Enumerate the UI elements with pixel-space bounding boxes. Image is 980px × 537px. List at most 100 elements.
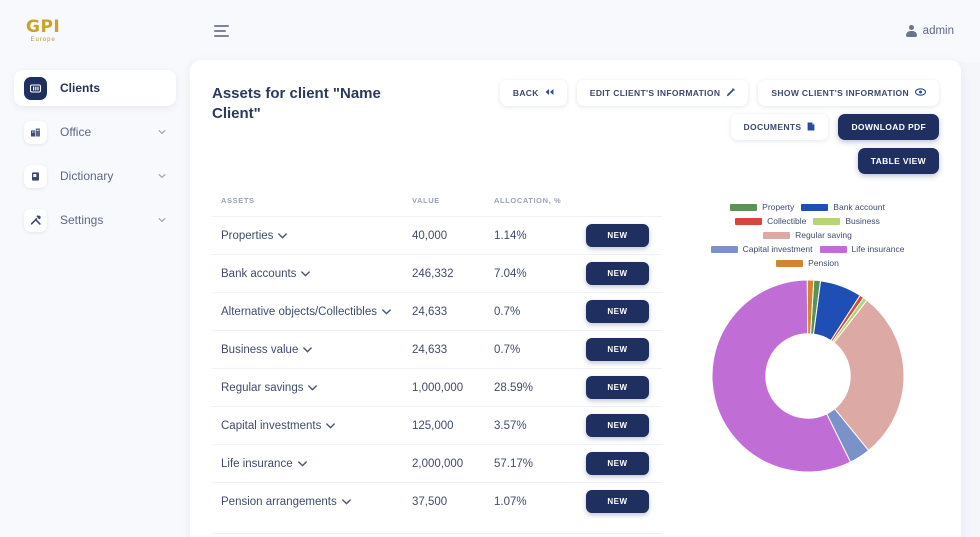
cell-asset: Capital investments: [212, 407, 412, 445]
new-asset-button[interactable]: NEW: [586, 338, 649, 361]
asset-name-toggle[interactable]: Pension arrangements: [221, 496, 351, 508]
table-header-row: ASSETS VALUE ALLOCATION, %: [212, 196, 662, 217]
chart-legend-item[interactable]: Capital investment: [711, 244, 813, 254]
pencil-icon: [726, 88, 735, 99]
chevron-down-icon[interactable]: [158, 172, 166, 180]
new-asset-button[interactable]: NEW: [586, 262, 649, 285]
asset-label: Capital investments: [221, 420, 321, 432]
download-pdf-label: DOWNLOAD PDF: [851, 122, 926, 132]
back-button[interactable]: BACK: [500, 80, 567, 106]
sidebar-item-label: Settings: [60, 213, 103, 227]
new-asset-button[interactable]: NEW: [586, 490, 649, 513]
chart-legend-item[interactable]: Regular saving: [763, 230, 852, 240]
asset-name-toggle[interactable]: Regular savings: [221, 382, 317, 394]
chart-legend-item[interactable]: Business: [813, 216, 880, 226]
app-root: GPI Europe admin Clients Office: [0, 0, 980, 537]
download-pdf-button[interactable]: DOWNLOAD PDF: [838, 114, 939, 140]
asset-label: Pension arrangements: [221, 496, 337, 508]
chart-legend-row: Pension: [676, 258, 939, 268]
new-asset-button[interactable]: NEW: [586, 452, 649, 475]
legend-label: Business: [845, 216, 880, 226]
topbar-brand-area: GPI Europe: [0, 19, 190, 43]
chart-legend-row: Capital investment Life insurance: [676, 244, 939, 254]
legend-color-swatch: [711, 246, 738, 253]
legend-label: Bank account: [833, 202, 885, 212]
user-icon: [906, 25, 917, 37]
table-view-button[interactable]: TABLE VIEW: [858, 148, 939, 174]
chart-legend-item[interactable]: Life insurance: [820, 244, 905, 254]
asset-label: Life insurance: [221, 458, 293, 470]
chevron-down-icon: [382, 306, 391, 318]
asset-name-toggle[interactable]: Bank accounts: [221, 268, 310, 280]
chevron-down-icon: [303, 344, 312, 356]
cell-value: 24,633: [412, 293, 494, 331]
cell-value: 1,000,000: [412, 369, 494, 407]
chart-legend-item[interactable]: Pension: [776, 258, 839, 268]
chevron-down-icon: [278, 230, 287, 242]
new-asset-button[interactable]: NEW: [586, 224, 649, 247]
chevron-down-icon: [308, 382, 317, 394]
back-button-label: BACK: [513, 88, 539, 98]
cell-allocation: 1.07%: [494, 483, 586, 521]
table-row: Business value24,6330.7%NEW: [212, 331, 662, 369]
assets-table-head: ASSETS VALUE ALLOCATION, %: [212, 196, 662, 217]
sidebar-item-dictionary[interactable]: Dictionary: [14, 158, 176, 194]
book-icon: [24, 165, 47, 188]
user-menu[interactable]: admin: [906, 25, 980, 37]
hamburger-icon[interactable]: [214, 25, 229, 37]
rewind-icon: [545, 88, 554, 98]
allocation-donut-chart[interactable]: [710, 278, 906, 474]
column-header-value: VALUE: [412, 196, 494, 217]
asset-label: Bank accounts: [221, 268, 296, 280]
donut-chart-wrapper: [676, 278, 939, 474]
sidebar-item-settings[interactable]: Settings: [14, 202, 176, 238]
cell-allocation: 28.59%: [494, 369, 586, 407]
chart-legend-item[interactable]: Property: [730, 202, 794, 212]
cell-action: NEW: [586, 331, 662, 369]
chevron-down-icon[interactable]: [158, 128, 166, 136]
asset-name-toggle[interactable]: Capital investments: [221, 420, 335, 432]
legend-color-swatch: [730, 204, 757, 211]
column-header-actions: [586, 196, 662, 217]
sidebar-item-office[interactable]: Office: [14, 114, 176, 150]
cell-asset: Business value: [212, 331, 412, 369]
legend-color-swatch: [813, 218, 840, 225]
chevron-down-icon: [301, 268, 310, 280]
hamburger-bar: [214, 35, 229, 37]
column-header-assets: ASSETS: [212, 196, 412, 217]
asset-name-toggle[interactable]: Business value: [221, 344, 312, 356]
cell-action: NEW: [586, 445, 662, 483]
show-client-information-button[interactable]: SHOW CLIENT'S INFORMATION: [758, 80, 939, 106]
hamburger-bar: [214, 30, 226, 32]
cell-asset: Regular savings: [212, 369, 412, 407]
cell-allocation: 1.14%: [494, 217, 586, 255]
new-asset-button[interactable]: NEW: [586, 414, 649, 437]
chart-legend-item[interactable]: Collectible: [735, 216, 806, 226]
cell-value: 246,332: [412, 255, 494, 293]
asset-label: Regular savings: [221, 382, 303, 394]
new-asset-button[interactable]: NEW: [586, 376, 649, 399]
app-logo[interactable]: GPI Europe: [26, 19, 60, 43]
cell-action: NEW: [586, 255, 662, 293]
new-asset-button[interactable]: NEW: [586, 300, 649, 323]
table-row: Life insurance2,000,00057.17%NEW: [212, 445, 662, 483]
cell-asset: Bank accounts: [212, 255, 412, 293]
eye-icon: [915, 88, 926, 98]
show-client-information-label: SHOW CLIENT'S INFORMATION: [771, 88, 909, 98]
chevron-down-icon[interactable]: [158, 216, 166, 224]
documents-button[interactable]: DOCUMENTS: [731, 114, 829, 140]
sidebar-item-clients[interactable]: Clients: [14, 70, 176, 106]
cell-asset: Alternative objects/Collectibles: [212, 293, 412, 331]
legend-label: Life insurance: [852, 244, 905, 254]
asset-name-toggle[interactable]: Properties: [221, 230, 287, 242]
sidebar-item-label: Clients: [60, 81, 100, 95]
assets-table-column: ASSETS VALUE ALLOCATION, % Properties40,…: [212, 196, 662, 537]
asset-name-toggle[interactable]: Life insurance: [221, 458, 307, 470]
edit-client-information-button[interactable]: EDIT CLIENT'S INFORMATION: [577, 80, 749, 106]
asset-name-toggle[interactable]: Alternative objects/Collectibles: [221, 306, 391, 318]
asset-label: Business value: [221, 344, 298, 356]
chart-legend-row: Regular saving: [676, 230, 939, 240]
top-bar: GPI Europe admin: [0, 0, 980, 62]
chart-legend-item[interactable]: Bank account: [801, 202, 885, 212]
cell-asset: Pension arrangements: [212, 483, 412, 521]
